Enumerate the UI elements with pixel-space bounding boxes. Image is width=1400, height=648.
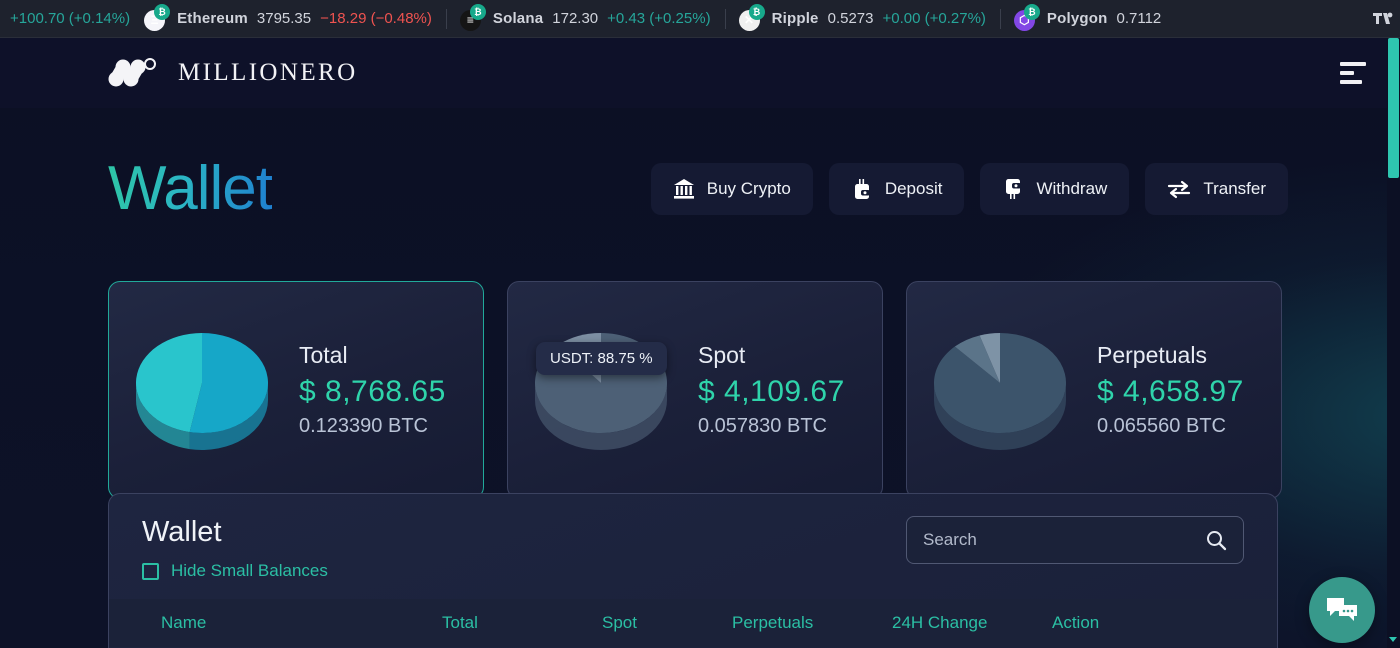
ethereum-icon: Ξ ₿ — [144, 3, 171, 31]
action-button-label: Transfer — [1203, 179, 1266, 198]
ticker-price: 0.7112 — [1116, 10, 1162, 27]
ticker-price: 3795.35 — [256, 10, 312, 27]
ticker-name: Solana — [492, 10, 544, 27]
action-button-label: Deposit — [884, 179, 943, 198]
bank-icon — [673, 178, 695, 200]
balance-btc-value: 0.065560 BTC — [1097, 415, 1226, 437]
transfer-arrows-icon — [1167, 178, 1191, 200]
tradingview-logo[interactable] — [1370, 6, 1396, 32]
search-input[interactable] — [923, 530, 1205, 550]
balance-label: Total — [299, 342, 348, 368]
ticker-change: +0.43 (+0.25%) — [607, 10, 711, 27]
balance-info: Perpetuals $ 4,658.97 0.065560 BTC — [1075, 342, 1244, 438]
wallet-action-buttons: Buy Crypto Deposit Withdraw Transfer — [650, 163, 1288, 215]
balance-btc-value: 0.123390 BTC — [299, 415, 428, 437]
ticker-price: 0.5273 — [827, 10, 874, 27]
market-ticker-bar: +100.70 (+0.14%) Ξ ₿ Ethereum 3795.35 −18.29… — [0, 0, 1400, 38]
wallet-withdraw-icon — [1002, 178, 1024, 200]
page-scrollbar[interactable] — [1387, 38, 1400, 648]
wallet-deposit-icon — [851, 178, 873, 200]
ticker-name: Ethereum — [177, 10, 248, 27]
wallet-panel-header: Wallet Hide Small Balances — [109, 494, 1277, 581]
scrollbar-thumb[interactable] — [1388, 38, 1399, 178]
balance-label: Perpetuals — [1097, 342, 1207, 368]
column-header-action[interactable]: Action — [1052, 613, 1244, 633]
balance-usd-value: $ 4,658.97 — [1097, 375, 1244, 408]
hamburger-line — [1340, 71, 1354, 75]
column-header-perpetuals[interactable]: Perpetuals — [732, 613, 892, 633]
tradingview-icon — [1373, 12, 1393, 24]
hamburger-line — [1340, 62, 1366, 66]
ticker-item-solana[interactable]: ≡ ₿ Solana 172.30 +0.43 (+0.25%) — [445, 0, 725, 37]
search-box[interactable] — [906, 516, 1244, 564]
brand-logo[interactable]: MILLIONERO — [108, 58, 358, 88]
ticker-name: Ripple — [771, 10, 819, 27]
wallet-panel-title: Wallet — [142, 516, 222, 548]
ticker-leading-change: +100.70 (+0.14%) — [10, 10, 131, 27]
page-title-row: Wallet Buy Crypto Deposit Withdraw Transfer — [108, 158, 1288, 220]
solana-icon: ≡ ₿ — [459, 3, 486, 31]
action-button-label: Withdraw — [1036, 179, 1108, 198]
balance-usd-value: $ 8,768.65 — [299, 375, 446, 408]
wallet-table-header-row: Name Total Spot Perpetuals 24H Change Action — [109, 599, 1277, 647]
polygon-icon: ⬡ ₿ — [1013, 3, 1040, 31]
ripple-icon: ✕ ₿ — [738, 3, 765, 31]
pie-tooltip: USDT: 88.75 % — [536, 342, 667, 375]
balance-card-spot[interactable]: Spot $ 4,109.67 0.057830 BTC USDT: 88.75 % — [507, 281, 883, 499]
chat-bubbles-icon — [1327, 598, 1357, 621]
millionero-logo-mark — [108, 58, 156, 87]
balance-info: Spot $ 4,109.67 0.057830 BTC — [676, 342, 845, 438]
coin-badge: ₿ — [1023, 3, 1040, 20]
balance-card-perpetuals[interactable]: Perpetuals $ 4,658.97 0.065560 BTC — [906, 281, 1282, 499]
column-header-total[interactable]: Total — [442, 613, 602, 633]
balance-info: Total $ 8,768.65 0.123390 BTC — [277, 342, 446, 438]
ticker-change: −18.29 (−0.48%) — [320, 10, 432, 27]
chat-support-button[interactable] — [1309, 577, 1375, 643]
column-header-spot[interactable]: Spot — [602, 613, 732, 633]
column-header-name[interactable]: Name — [142, 613, 442, 633]
column-header-24h-change[interactable]: 24H Change — [892, 613, 1052, 633]
balance-btc-value: 0.057830 BTC — [698, 415, 827, 437]
hamburger-line — [1340, 80, 1362, 84]
withdraw-button[interactable]: Withdraw — [980, 163, 1130, 215]
deposit-button[interactable]: Deposit — [828, 163, 965, 215]
transfer-button[interactable]: Transfer — [1145, 163, 1288, 215]
scrollbar-down-arrow-icon[interactable] — [1389, 637, 1397, 642]
ticker-name: Polygon — [1046, 10, 1108, 27]
balance-label: Spot — [698, 342, 746, 368]
balance-usd-value: $ 4,109.67 — [698, 375, 845, 408]
brand-name: MILLIONERO — [178, 59, 358, 86]
action-button-label: Buy Crypto — [706, 179, 791, 198]
hide-small-balances-label: Hide Small Balances — [171, 561, 328, 580]
balance-cards: Total $ 8,768.65 0.123390 BTC Spot $ 4,109.6… — [108, 281, 1282, 499]
coin-badge: ₿ — [154, 3, 171, 20]
hide-small-balances-toggle[interactable]: Hide Small Balances — [142, 561, 328, 581]
ticker-item-ripple[interactable]: ✕ ₿ Ripple 0.5273 +0.00 (+0.27%) — [724, 0, 1000, 37]
ticker-item-ethereum[interactable]: Ξ ₿ Ethereum 3795.35 −18.29 (−0.48%) — [130, 0, 446, 37]
hamburger-menu-icon[interactable] — [1340, 62, 1370, 84]
pie-chart-total[interactable] — [127, 325, 277, 455]
hide-small-balances-checkbox[interactable] — [142, 562, 159, 580]
pie-chart-perpetuals[interactable] — [925, 325, 1075, 455]
coin-badge: ₿ — [748, 3, 765, 20]
app-header: MILLIONERO — [0, 38, 1400, 108]
page-body: MILLIONERO Wallet Buy Crypto Deposit Withd… — [0, 38, 1400, 648]
ticker-item-polygon[interactable]: ⬡ ₿ Polygon 0.7112 — [999, 0, 1175, 37]
balance-card-total[interactable]: Total $ 8,768.65 0.123390 BTC — [108, 281, 484, 499]
wallet-table-panel: Wallet Hide Small Balances NameTotalSpot… — [108, 493, 1278, 648]
page-title: Wallet — [108, 154, 273, 223]
ticker-price: 172.30 — [552, 10, 599, 27]
search-icon[interactable] — [1205, 529, 1227, 551]
buy-crypto-button[interactable]: Buy Crypto — [650, 163, 813, 215]
ticker-change: +0.00 (+0.27%) — [882, 10, 986, 27]
coin-badge: ₿ — [469, 3, 486, 20]
